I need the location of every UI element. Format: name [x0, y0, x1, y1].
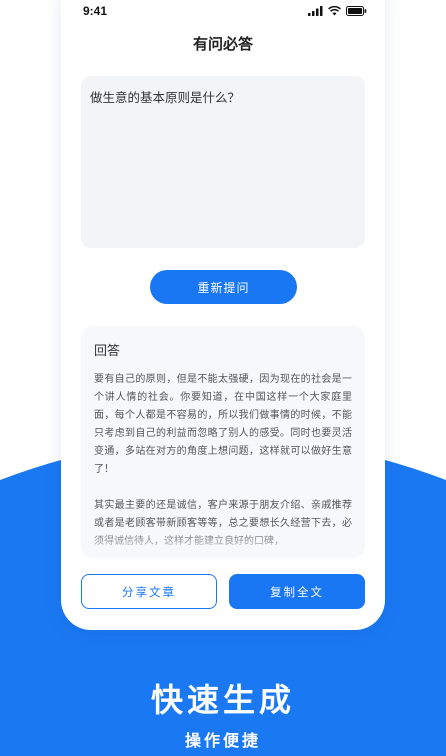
wifi-icon [328, 6, 341, 16]
status-bar: 9:41 [61, 0, 385, 24]
signal-icon [308, 6, 323, 16]
answer-fade-overlay [81, 528, 365, 558]
answer-title: 回答 [94, 344, 121, 359]
reask-button[interactable]: 重新提问 [150, 270, 297, 304]
answer-paragraph: 要有自己的原则，但是不能太强硬，因为现在的社会是一个讲人情的社会。你要知道，在中… [94, 374, 352, 475]
answer-card[interactable]: 回答 要有自己的原则，但是不能太强硬，因为现在的社会是一个讲人情的社会。你要知道… [81, 326, 365, 558]
question-text: 做生意的基本原则是什么？ [90, 90, 241, 105]
share-article-button[interactable]: 分享文章 [81, 574, 217, 609]
battery-icon [346, 6, 367, 16]
copy-all-button[interactable]: 复制全文 [229, 574, 365, 609]
promo-subtitle: 操作便捷 [184, 731, 261, 750]
phone-frame: 9:41 有问必答 做生意的基本原则是什么？ 重新提问 回答 要有自己的原则，但… [61, 0, 385, 630]
promo-title: 快速生成 [150, 681, 295, 719]
status-icons [308, 6, 367, 16]
status-time: 9:41 [83, 4, 108, 18]
question-input[interactable]: 做生意的基本原则是什么？ [81, 76, 365, 248]
page-title: 有问必答 [192, 35, 253, 53]
